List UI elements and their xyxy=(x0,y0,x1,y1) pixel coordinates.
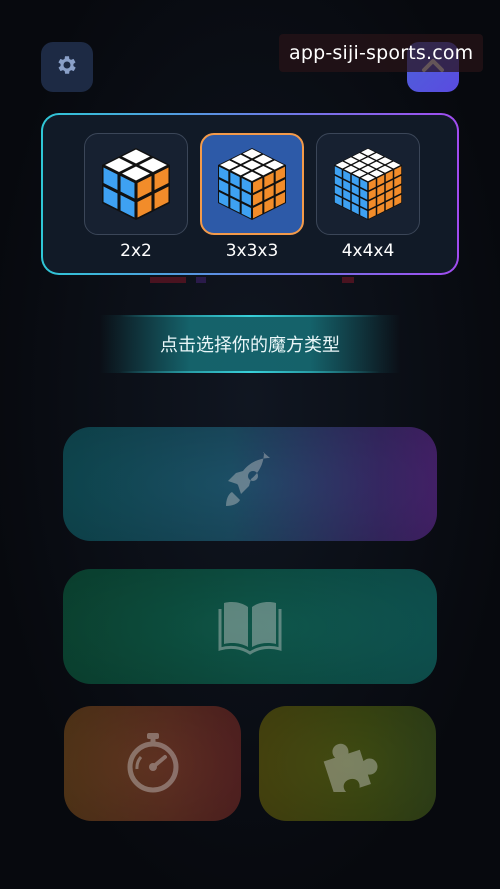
cube-option-label: 3x3x3 xyxy=(225,241,279,261)
open-book-icon xyxy=(218,595,282,659)
cube-option-label: 2x2 xyxy=(120,241,152,261)
cube-option-3x3x3[interactable]: 3x3x3 xyxy=(200,133,304,261)
hint-text: 点击选择你的魔方类型 xyxy=(160,335,340,356)
cube-option-2x2[interactable]: 2x2 xyxy=(84,133,188,261)
cube-3x3x3-icon xyxy=(218,148,286,220)
tutorial-card[interactable] xyxy=(63,569,437,684)
puzzle-piece-icon xyxy=(317,732,379,796)
watermark-label: app-siji-sports.com xyxy=(279,34,484,72)
cube-option-4x4x4[interactable]: 4x4x4 xyxy=(316,133,420,261)
speed-solve-card[interactable] xyxy=(63,427,437,541)
timer-card[interactable] xyxy=(64,706,241,821)
puzzle-card[interactable] xyxy=(259,706,436,821)
gear-icon xyxy=(55,53,79,81)
cube-option-label: 4x4x4 xyxy=(341,241,395,261)
settings-button[interactable] xyxy=(41,42,93,92)
hint-banner: 点击选择你的魔方类型 xyxy=(100,315,400,373)
cube-2x2-icon xyxy=(102,148,170,220)
cube-type-picker: 2x2 3x3x3 4x4x4 xyxy=(41,113,459,275)
rocket-icon xyxy=(218,450,282,518)
cube-4x4x4-icon xyxy=(334,148,402,220)
stopwatch-icon xyxy=(123,731,183,797)
